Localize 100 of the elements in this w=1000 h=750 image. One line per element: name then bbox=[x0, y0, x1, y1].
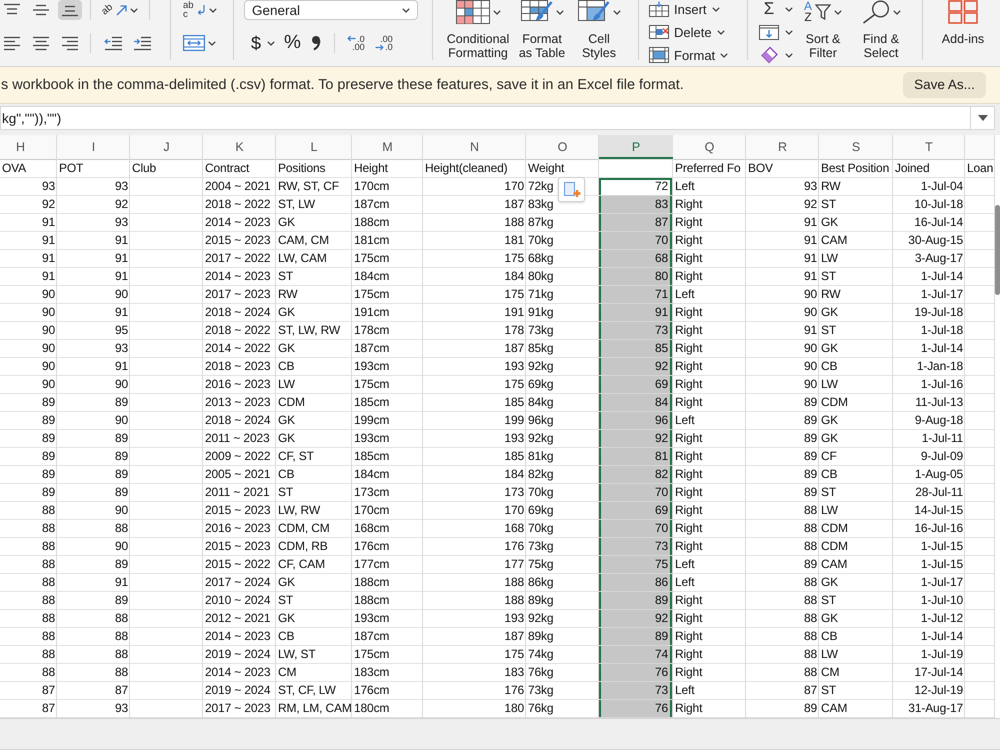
table-cell: 89 bbox=[804, 412, 817, 429]
format-button[interactable]: Format bbox=[649, 46, 728, 64]
table-cell: LW bbox=[821, 502, 838, 519]
formula-field[interactable]: kg","")),"") bbox=[0, 106, 970, 130]
table-cell: 89 bbox=[114, 556, 128, 573]
header-cell: OVA bbox=[2, 160, 26, 177]
column-header[interactable]: L bbox=[276, 135, 352, 160]
table-cell: 89 bbox=[114, 466, 128, 483]
format-as-table-button[interactable]: Format as Table bbox=[516, 0, 568, 62]
table-cell: 187 bbox=[504, 628, 524, 645]
table-cell: 2014 ~ 2023 bbox=[205, 214, 270, 231]
caret-icon bbox=[785, 52, 793, 58]
table-cell: 88 bbox=[804, 592, 817, 609]
table-cell: 76 bbox=[599, 664, 673, 682]
table-cell: 175cm bbox=[354, 250, 390, 267]
insert-button[interactable]: Insert bbox=[649, 0, 728, 18]
table-cell: CDM bbox=[821, 520, 848, 537]
table-cell: 70kg bbox=[528, 520, 554, 537]
table-cell: GK bbox=[278, 340, 296, 357]
table-cell: 88 bbox=[42, 592, 55, 609]
save-as-button[interactable]: Save As... bbox=[903, 72, 986, 98]
increase-decimal-button[interactable]: .0 .00 bbox=[344, 33, 368, 53]
table-cell: 193 bbox=[504, 358, 524, 375]
cell-styles-button[interactable]: Cell Styles bbox=[571, 0, 627, 62]
table-cell: 87 bbox=[804, 682, 817, 699]
column-header[interactable]: R bbox=[746, 135, 819, 160]
table-cell: Right bbox=[675, 628, 702, 645]
table-cell: 199cm bbox=[354, 412, 390, 429]
table-cell: CDM bbox=[821, 538, 848, 555]
caret-icon bbox=[834, 10, 842, 14]
caret-icon bbox=[267, 40, 276, 46]
down-arrow-box-icon bbox=[759, 23, 779, 41]
table-cell: Left bbox=[675, 556, 694, 573]
paste-options-button[interactable] bbox=[558, 177, 585, 202]
table-cell: 80kg bbox=[528, 268, 554, 285]
table-cell: 178cm bbox=[354, 322, 390, 339]
table-cell: RM, LM, CAM bbox=[278, 700, 352, 717]
table-cell: 175 bbox=[504, 376, 524, 393]
table-cell: 170cm bbox=[354, 502, 390, 519]
percent-button[interactable]: % bbox=[282, 33, 303, 53]
table-cell: 88 bbox=[804, 664, 817, 681]
table-cell: 69 bbox=[599, 376, 673, 394]
table-cell: 175 bbox=[504, 286, 524, 303]
table-cell: CAM, CM bbox=[278, 232, 329, 249]
table-cell: 90 bbox=[114, 376, 128, 393]
table-cell: 1-Jul-11 bbox=[922, 430, 963, 447]
number-format-dropdown[interactable]: General bbox=[244, 0, 418, 20]
table-cell: 2015 ~ 2023 bbox=[205, 502, 270, 519]
table-cell: Right bbox=[675, 520, 702, 537]
table-cell: 175 bbox=[504, 646, 524, 663]
find-select-button[interactable]: Find & Select bbox=[853, 0, 909, 62]
clear-button[interactable] bbox=[759, 46, 793, 64]
align-right-icon bbox=[61, 36, 79, 50]
table-cell: CDM bbox=[278, 394, 305, 411]
table-cell: 88 bbox=[114, 646, 128, 663]
table-cell: 88 bbox=[114, 628, 128, 645]
column-header[interactable]: T bbox=[893, 135, 965, 160]
column-header[interactable]: O bbox=[526, 135, 599, 160]
merge-center-button[interactable] bbox=[181, 33, 218, 53]
add-ins-button[interactable]: Add-ins bbox=[935, 0, 991, 62]
sort-filter-button[interactable]: A Z Sort & Filter bbox=[798, 0, 848, 62]
bottom-align-button[interactable] bbox=[58, 0, 82, 20]
table-cell: Right bbox=[675, 700, 702, 717]
table-cell: CB bbox=[278, 358, 294, 375]
table-cell: 91 bbox=[114, 232, 128, 249]
table-cell: 89 bbox=[804, 394, 817, 411]
fill-button[interactable] bbox=[759, 23, 793, 41]
table-cell: 173cm bbox=[354, 484, 390, 501]
table-cell: 199 bbox=[504, 412, 524, 429]
column-header[interactable]: P bbox=[599, 135, 673, 160]
table-cell: 2014 ~ 2023 bbox=[205, 664, 270, 681]
expand-formula-button[interactable] bbox=[970, 106, 995, 130]
table-cell: 91 bbox=[804, 268, 817, 285]
conditional-formatting-button[interactable]: Conditional Formatting bbox=[443, 0, 513, 62]
column-header[interactable]: K bbox=[203, 135, 276, 160]
wrap-text-button[interactable]: ab c bbox=[181, 0, 219, 20]
table-cell: 92 bbox=[599, 358, 673, 376]
table-cell: 88 bbox=[42, 502, 55, 519]
column-header[interactable]: M bbox=[352, 135, 423, 160]
delete-button[interactable]: Delete bbox=[649, 23, 728, 41]
decrease-decimal-button[interactable]: .00 .0 bbox=[372, 33, 396, 53]
currency-button[interactable]: $ bbox=[249, 33, 278, 53]
column-header[interactable]: Q bbox=[673, 135, 746, 160]
table-cell: 89 bbox=[42, 448, 55, 465]
autosum-button[interactable]: Σ bbox=[759, 0, 793, 18]
column-header[interactable]: J bbox=[130, 135, 203, 160]
column-header[interactable]: N bbox=[423, 135, 526, 160]
column-header[interactable]: S bbox=[819, 135, 893, 160]
scrollbar-thumb[interactable] bbox=[995, 205, 1000, 295]
table-cell: GK bbox=[821, 340, 838, 357]
caret-icon bbox=[402, 8, 410, 12]
table-cell: 2017 ~ 2022 bbox=[205, 250, 270, 267]
table-cell: Right bbox=[675, 448, 702, 465]
table-cell: LW, ST bbox=[278, 646, 316, 663]
orientation-button[interactable]: ab bbox=[100, 0, 140, 20]
header-cell: Preferred Fo bbox=[675, 160, 741, 177]
table-cell: LW, RW bbox=[278, 502, 320, 519]
column-header[interactable]: H bbox=[0, 135, 57, 160]
table-cell: 2015 ~ 2023 bbox=[205, 232, 270, 249]
column-header[interactable]: I bbox=[57, 135, 130, 160]
